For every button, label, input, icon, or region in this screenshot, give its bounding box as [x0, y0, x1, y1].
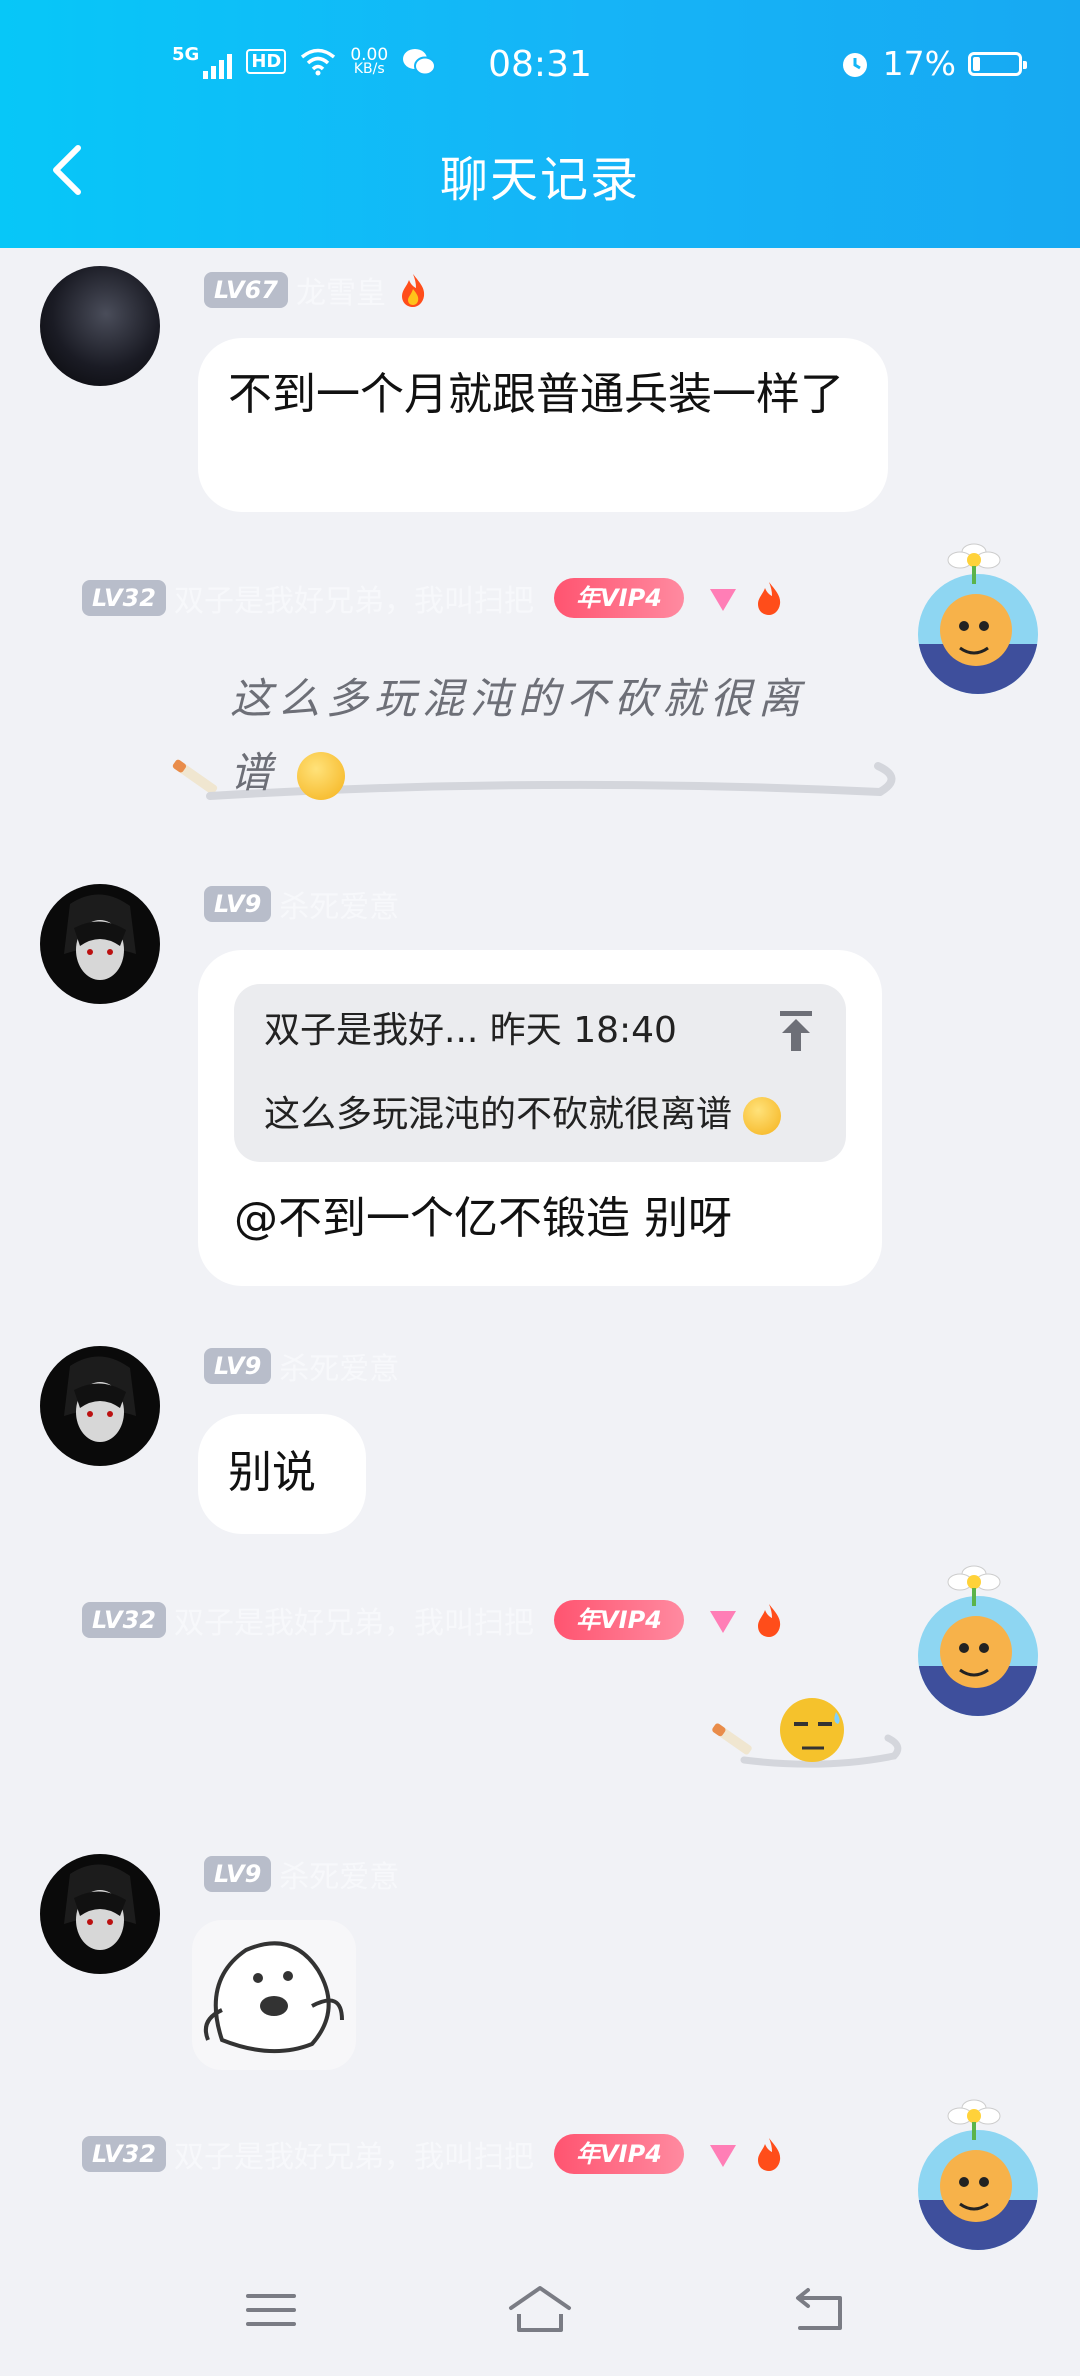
avatar-self[interactable] [918, 574, 1038, 694]
fire-icon [401, 274, 425, 307]
fire-icon [757, 582, 781, 615]
sender-name[interactable]: 杀死爱意 [279, 882, 399, 926]
quote-header: 双子是我好... 昨天 18:40 [264, 1002, 816, 1060]
alarm-icon [842, 52, 867, 77]
sender-name[interactable]: 杀死爱意 [279, 1852, 399, 1896]
sticker-message[interactable] [192, 1920, 356, 2070]
system-navigation-bar [0, 2252, 1080, 2376]
sender-line: LV32 双子是我好兄弟，我叫扫把 年VIP4 [82, 576, 788, 620]
gem-icon [709, 1611, 736, 1633]
avatar-shasiaiyi[interactable] [40, 1346, 160, 1466]
message-text-cont: 谱 [230, 748, 279, 797]
anime-avatar-icon [64, 1864, 136, 1950]
avatar-self[interactable] [918, 1596, 1038, 1716]
jump-to-top-icon[interactable] [776, 1009, 816, 1053]
avatar-shasiaiyi[interactable] [40, 1854, 160, 1974]
vip-badge: 年VIP4 [553, 1600, 684, 1640]
sender-name[interactable]: 双子是我好兄弟，我叫扫把 [174, 576, 534, 620]
quote-body: 这么多玩混沌的不砍就很离谱 [264, 1086, 816, 1144]
level-badge: LV9 [204, 1856, 272, 1892]
anime-avatar-icon [64, 1356, 136, 1442]
emoji-message[interactable] [704, 1690, 904, 1780]
flower-decoration-icon [947, 2099, 1001, 2140]
vip-badge: 年VIP4 [553, 578, 684, 618]
gem-icon [709, 2145, 736, 2167]
status-bar-right: 17% [839, 44, 1027, 83]
page-title: 聊天记录 [439, 152, 640, 208]
message-text-fancy[interactable]: 这么多玩混沌的不砍就很离 谱 [230, 662, 870, 810]
avatar-longxuehuang[interactable] [40, 266, 160, 386]
sender-line: LV9 杀死爱意 [204, 882, 399, 926]
sender-line: LV32 双子是我好兄弟，我叫扫把 年VIP4 [82, 2132, 788, 2176]
message-bubble[interactable]: 双子是我好... 昨天 18:40 这么多玩混沌的不砍就很离谱 @不到一个亿不锻… [198, 950, 882, 1286]
cartoon-avatar-icon [918, 2150, 1038, 2250]
battery-icon [968, 51, 1027, 76]
sender-name[interactable]: 双子是我好兄弟，我叫扫把 [174, 1598, 534, 1642]
menu-icon[interactable] [236, 2280, 306, 2340]
smoking-emoji-icon [743, 1097, 782, 1135]
flower-decoration-icon [947, 1565, 1001, 1606]
avatar-self[interactable] [918, 2130, 1038, 2250]
sender-name[interactable]: 杀死爱意 [279, 1344, 399, 1388]
back-icon[interactable] [786, 2280, 856, 2340]
sender-line: LV9 杀死爱意 [204, 1344, 399, 1388]
cartoon-avatar-icon [918, 1616, 1038, 1716]
message-text: 这么多玩混沌的不砍就很离 [230, 674, 807, 723]
gem-icon [709, 589, 736, 611]
anime-avatar-icon [64, 894, 136, 980]
app-header: 5G HD 0.00 KB/s 08:31 17% 聊天记录 [0, 0, 1080, 248]
sender-line: LV9 杀死爱意 [204, 1852, 399, 1896]
message-text: 别说 [228, 1447, 316, 1498]
vip-badge: 年VIP4 [553, 2134, 684, 2174]
quoted-message[interactable]: 双子是我好... 昨天 18:40 这么多玩混沌的不砍就很离谱 [234, 984, 846, 1162]
quote-text: 这么多玩混沌的不砍就很离谱 [264, 1094, 733, 1135]
fire-icon [757, 2138, 781, 2171]
level-badge: LV9 [204, 886, 272, 922]
message-text: 不到一个月就跟普通兵装一样了 [228, 369, 844, 420]
level-badge: LV32 [82, 2136, 166, 2172]
home-icon[interactable] [505, 2280, 575, 2340]
quote-source: 双子是我好... 昨天 18:40 [264, 1010, 677, 1051]
sender-name[interactable]: 双子是我好兄弟，我叫扫把 [174, 2132, 534, 2176]
cartoon-avatar-icon [918, 594, 1038, 694]
level-badge: LV67 [204, 272, 288, 308]
message-bubble[interactable]: 不到一个月就跟普通兵装一样了 [198, 338, 888, 512]
fire-icon [757, 1604, 781, 1637]
smoking-emoji-icon [297, 752, 346, 800]
battery-percent: 17% [882, 44, 956, 83]
sender-line: LV32 双子是我好兄弟，我叫扫把 年VIP4 [82, 1598, 788, 1642]
message-text: @不到一个亿不锻造 别呀 [234, 1193, 732, 1244]
message-bubble[interactable]: 别说 [198, 1414, 366, 1534]
sender-line: LV67 龙雪皇 [204, 268, 432, 312]
avatar-shasiaiyi[interactable] [40, 884, 160, 1004]
cartoon-sticker-icon [203, 1941, 344, 2054]
level-badge: LV9 [204, 1348, 272, 1384]
level-badge: LV32 [82, 1602, 166, 1638]
battery-level [973, 56, 980, 71]
flower-decoration-icon [947, 543, 1001, 584]
level-badge: LV32 [82, 580, 166, 616]
sender-name[interactable]: 龙雪皇 [296, 268, 386, 312]
